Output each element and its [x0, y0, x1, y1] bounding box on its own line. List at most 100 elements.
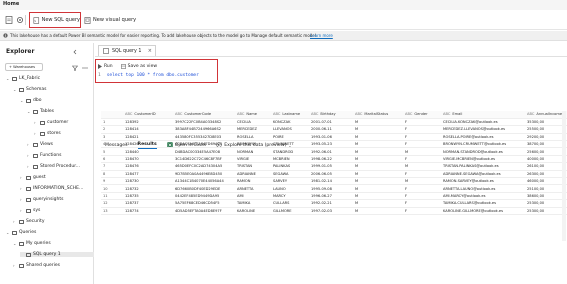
chevron-right-icon[interactable]: › [20, 208, 24, 213]
column-header[interactable]: ABC MaritalStatus [353, 111, 403, 119]
table-row[interactable]: 10 128732 6D7660B0DF40ED29EDE ARNETTA LAUNO 1… [101, 184, 567, 193]
row-number: 9 [101, 177, 123, 186]
chevron-right-icon[interactable]: › [20, 197, 24, 202]
tree-item[interactable]: › Stored Procedur... [27, 164, 94, 169]
settings-icon[interactable] [16, 16, 24, 24]
tab-sql-query-1[interactable]: SQL query 1 × [98, 45, 156, 56]
home-tab-label: Home [3, 1, 20, 7]
tree-item[interactable]: › sys [20, 208, 94, 213]
chevron-down-icon[interactable]: ⌄ [13, 241, 17, 246]
table-cell: 4CBAC9A6FE1847D69A23 [173, 140, 235, 149]
new-sql-query-button[interactable]: S New SQL query [29, 12, 81, 28]
run-button[interactable]: Run [98, 63, 113, 69]
chevron-down-icon[interactable]: ⌄ [27, 109, 31, 114]
table-cell: F [403, 118, 441, 127]
chevron-down-icon[interactable]: ⌄ [13, 87, 17, 92]
filter-icon[interactable] [72, 65, 78, 71]
tree-item[interactable]: › guest [20, 175, 94, 180]
close-tab-icon[interactable]: × [148, 48, 152, 54]
run-label: Run [104, 63, 113, 69]
chevron-right-icon[interactable]: › [34, 131, 38, 136]
tree-item[interactable]: ⌄ Queries [6, 230, 94, 235]
code-line-1[interactable]: 1 select top 100 * from dbo.customer [98, 73, 199, 78]
table-row[interactable]: 3 128421 443580FC3553427D8E03 ROSELLA POIRE 1… [101, 133, 567, 142]
table-row[interactable]: 6 128470 3C14D622C72C46C8F7BF VIRGIE MCBRIEN… [101, 155, 567, 164]
table-row[interactable]: 13 128774 4D5AD5EFTA0A4ED8E97F KAROLINE GILL… [101, 207, 567, 215]
table-cell: VIRGIE [235, 155, 271, 164]
vertical-scrollbar[interactable] [562, 111, 566, 241]
table-cell: RAMON [235, 177, 271, 186]
table-cell: M [353, 147, 403, 156]
column-header[interactable]: ABC CustomerCode [173, 111, 235, 119]
chevron-right-icon[interactable]: › [20, 186, 24, 191]
chevron-right-icon[interactable]: › [27, 142, 31, 147]
new-visual-query-button[interactable]: New visual query [84, 14, 136, 26]
tree-item[interactable]: ⌄ My queries [13, 241, 94, 246]
chevron-down-icon[interactable]: ⌄ [6, 230, 10, 235]
table-row[interactable]: 11 128735 0442EF485ED9449DA95 AMI MARCY 1996-… [101, 192, 567, 201]
table-cell: 128470 [123, 155, 173, 164]
chevron-right-icon[interactable]: › [20, 175, 24, 180]
table-cell: LLEVANOS [271, 125, 309, 134]
tree-item[interactable]: ⌄ LK_Fabric [6, 76, 94, 81]
table-cell: F [403, 207, 441, 215]
column-header[interactable]: ABC CustomerID [123, 111, 173, 119]
home-ribbon-tab[interactable]: Home [0, 0, 567, 10]
tree-item[interactable]: ⌄ dbo [20, 98, 94, 103]
table-row[interactable]: 12 128737 5A75EF68CED46CD54F5 TAMIKA CULLARS… [101, 199, 567, 208]
chevron-right-icon[interactable]: › [13, 219, 17, 224]
column-header[interactable]: ABC Gender [403, 111, 441, 119]
column-header[interactable]: ABC Name [235, 111, 271, 119]
tree-item[interactable]: › Functions [27, 153, 94, 158]
table-cell: CECILIA.KONCZAK@outlook.es [441, 118, 525, 127]
explorer-pane: Explorer + Warehouses ⌄ LK_Fabric ⌄ Schemas… [0, 43, 94, 284]
tree-item[interactable]: ⌄ Tables [27, 109, 94, 114]
chevron-down-icon[interactable]: ⌄ [6, 76, 10, 81]
table-cell: M [403, 177, 441, 186]
tree-item-label: Queries [19, 230, 37, 235]
chevron-right-icon[interactable]: › [27, 164, 31, 169]
tree-item-label: guest [33, 175, 46, 180]
more-options-icon[interactable] [82, 65, 88, 71]
table-row[interactable]: 4 128426 4CBAC9A6FE1847D69A23 BRONWYN CRUMWE… [101, 140, 567, 149]
column-type-badge: ABC [237, 112, 245, 117]
column-header[interactable]: ABC Lastname [271, 111, 309, 119]
tree-item[interactable]: › customer [34, 120, 94, 125]
row-number: 10 [101, 184, 123, 193]
add-warehouses-button[interactable]: + Warehouses [5, 63, 43, 71]
chevron-right-icon[interactable]: › [34, 120, 38, 125]
learn-more-link[interactable]: Learn more [310, 33, 333, 38]
table-row[interactable]: 1 128392 3997C22FC0B4A03348S2 CECILIA KONCZA… [101, 118, 567, 127]
table-row[interactable]: 9 128730 A1344C1B4070E44056A44 RAMON SARVEY 1… [101, 177, 567, 186]
table-cell: 9D7B5E0A0A4496E8D450 [173, 170, 235, 179]
tree-item[interactable]: › Security [13, 219, 94, 224]
tree-item[interactable]: ⌄ Schemas [13, 87, 94, 92]
tree-item[interactable]: SQL query 1 [20, 252, 94, 257]
chevron-right-icon[interactable]: › [13, 263, 17, 268]
document-icon[interactable] [5, 16, 13, 24]
column-header[interactable]: ABC AnnualIncome [525, 111, 567, 119]
tree-item[interactable]: › INFORMATION_SCHE... [20, 186, 94, 191]
sql-editor[interactable]: Run Save as view 1 select top 100 * from … [95, 59, 218, 83]
tree-item-label: Schemas [26, 87, 47, 92]
table-row[interactable]: 2 128414 383A8F44B7244966A6S2 MERCEDEZ LLEVA… [101, 125, 567, 134]
table-row[interactable]: 7 128476 465D0EFC0C2AD74304A5 TRISTAN PALINK… [101, 162, 567, 171]
collapse-pane-icon[interactable] [72, 49, 78, 55]
table-cell: SARVEY [271, 177, 309, 186]
table-row[interactable]: 5 128440 D4BDAC00334E5A47E08 NORMAN STANDROD… [101, 147, 567, 156]
column-header[interactable]: ABC Email [441, 111, 525, 119]
row-number: 13 [101, 207, 123, 215]
tree-item-label: customer [47, 120, 69, 125]
chevron-down-icon[interactable]: ⌄ [20, 98, 24, 103]
column-header[interactable]: ABC Birthday [309, 111, 353, 119]
chevron-right-icon[interactable]: › [27, 153, 31, 158]
row-number: 3 [101, 133, 123, 142]
info-icon [3, 33, 8, 38]
tree-item[interactable]: › stores [34, 131, 94, 136]
table-cell: TRISTAN.PALINKAS@outlook.es [441, 162, 525, 171]
table-row[interactable]: 8 128477 9D7B5E0A0A4496E8D450 ADRIANNE SEGAW… [101, 170, 567, 179]
tree-item[interactable]: › Views [27, 142, 94, 147]
save-as-view-button[interactable]: Save as view [120, 64, 157, 69]
tree-item[interactable]: › Shared queries [13, 263, 94, 268]
tree-item[interactable]: › queryinsights [20, 197, 94, 202]
